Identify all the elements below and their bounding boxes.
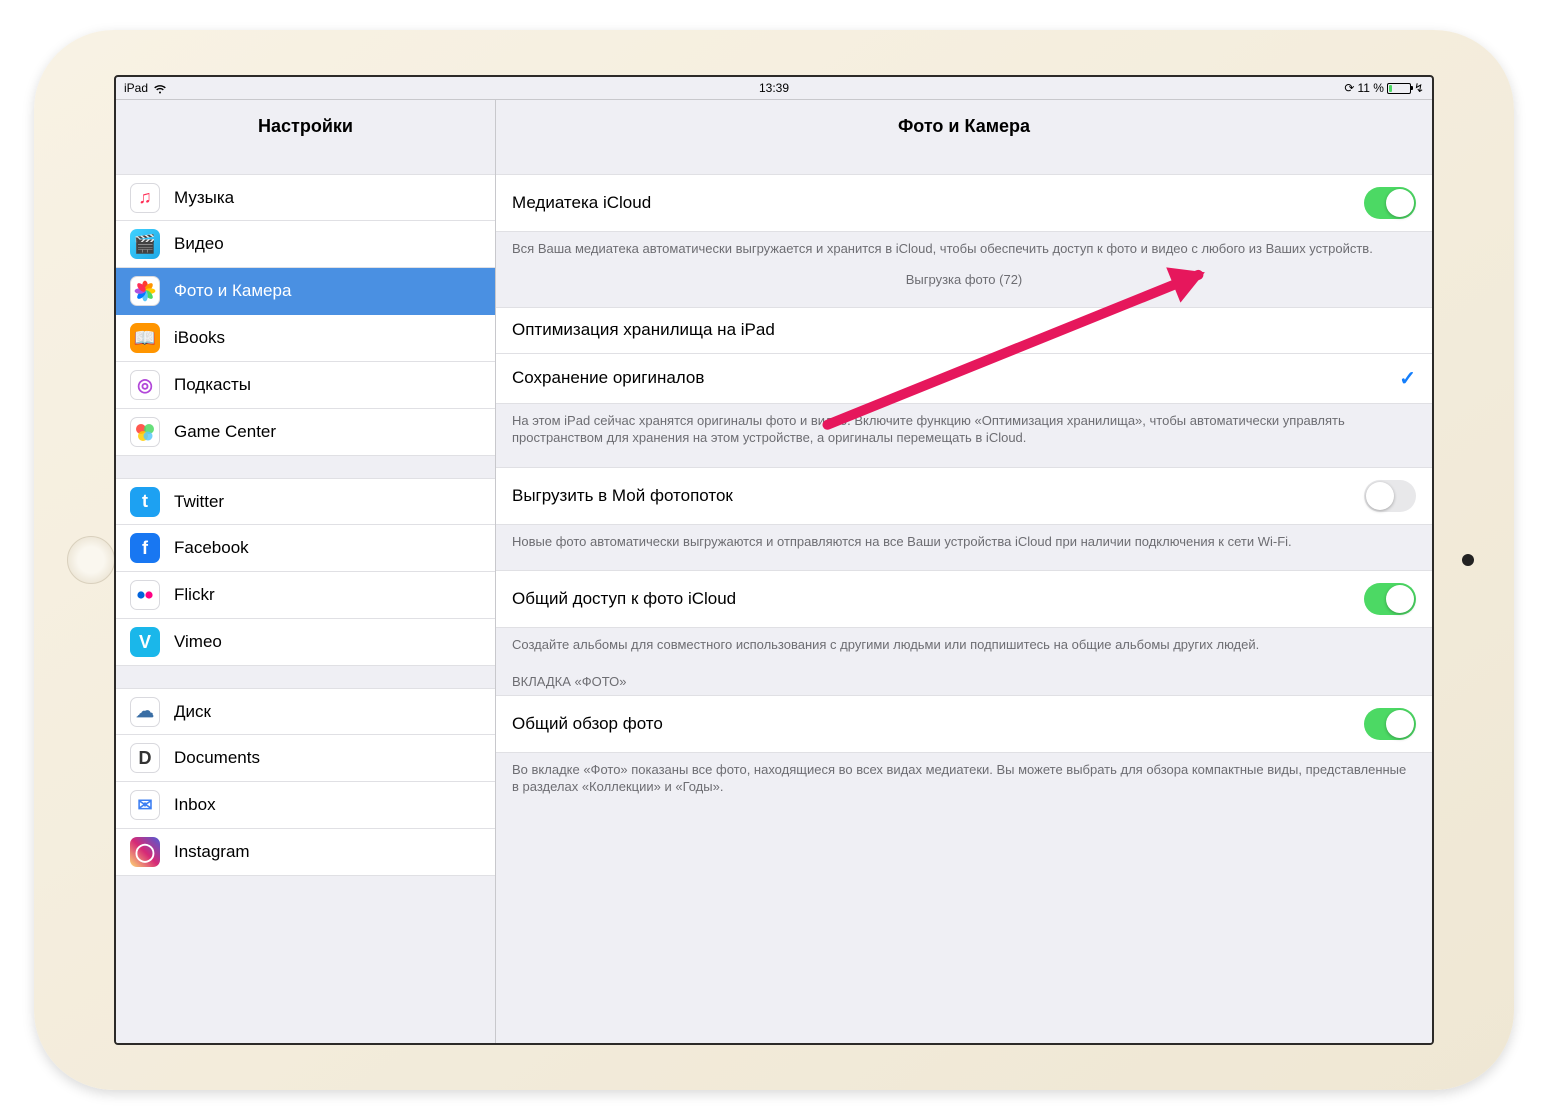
section-footer: Создайте альбомы для совместного использ… <box>496 628 1432 658</box>
cell-label: Общий обзор фото <box>512 714 1364 734</box>
clock: 13:39 <box>759 81 789 95</box>
sidebar-item-gamecenter[interactable]: Game Center <box>116 409 495 456</box>
gamecenter-icon <box>130 417 160 447</box>
sidebar-item-label: Vimeo <box>174 632 222 652</box>
podcasts-icon: ◎ <box>130 370 160 400</box>
sidebar-item-photos[interactable]: Фото и Камера <box>116 268 495 315</box>
ipad-bezel: iPad 13:39 ⟳ 11 % ↯ Настройки ♫ Музыка 🎬 Ви… <box>34 30 1514 1090</box>
sidebar-item-label: Фото и Камера <box>174 281 291 301</box>
sidebar-item-label: Диск <box>174 702 211 722</box>
sidebar-item-facebook[interactable]: f Facebook <box>116 525 495 572</box>
flickr-icon <box>130 580 160 610</box>
sidebar-item-label: Twitter <box>174 492 224 512</box>
wifi-icon <box>153 83 167 93</box>
toggle-photostream[interactable] <box>1364 480 1416 512</box>
front-camera <box>1462 554 1474 566</box>
section-footer: Во вкладке «Фото» показаны все фото, нах… <box>496 753 1432 800</box>
documents-icon: D <box>130 743 160 773</box>
cell-label: Оптимизация хранилища на iPad <box>512 320 1416 340</box>
cell-originals[interactable]: Сохранение оригиналов✓ <box>496 354 1432 404</box>
orientation-lock-icon: ⟳ <box>1344 81 1354 95</box>
checkmark-icon: ✓ <box>1399 366 1416 391</box>
toggle-shared[interactable] <box>1364 583 1416 615</box>
section-header: ВКЛАДКА «ФОТО» <box>496 658 1432 695</box>
sidebar-item-label: Documents <box>174 748 260 768</box>
instagram-icon: ◯ <box>130 837 160 867</box>
section-footer: Вся Ваша медиатека автоматически выгружа… <box>496 232 1432 262</box>
twitter-icon: t <box>130 487 160 517</box>
section-footer: На этом iPad сейчас хранятся оригиналы ф… <box>496 404 1432 451</box>
section-footer: Новые фото автоматически выгружаются и о… <box>496 525 1432 555</box>
facebook-icon: f <box>130 533 160 563</box>
upload-status: Выгрузка фото (72) <box>496 262 1432 291</box>
sidebar-item-label: Подкасты <box>174 375 251 395</box>
cell-photostream[interactable]: Выгрузить в Мой фотопоток <box>496 467 1432 525</box>
cell-label: Медиатека iCloud <box>512 193 1364 213</box>
screen: iPad 13:39 ⟳ 11 % ↯ Настройки ♫ Музыка 🎬 Ви… <box>114 75 1434 1045</box>
sidebar-item-ibooks[interactable]: 📖 iBooks <box>116 315 495 362</box>
cell-summary[interactable]: Общий обзор фото <box>496 695 1432 753</box>
inbox-icon: ✉ <box>130 790 160 820</box>
home-button[interactable] <box>67 536 115 584</box>
detail-pane[interactable]: Фото и Камера Медиатека iCloud Вся Ваша м… <box>496 100 1432 1043</box>
sidebar-item-vimeo[interactable]: V Vimeo <box>116 619 495 666</box>
charging-icon: ↯ <box>1414 81 1424 95</box>
sidebar-item-label: Game Center <box>174 422 276 442</box>
disk-icon: ☁ <box>130 697 160 727</box>
sidebar-title: Настройки <box>116 100 495 152</box>
toggle-summary[interactable] <box>1364 708 1416 740</box>
sidebar-item-label: Flickr <box>174 585 215 605</box>
sidebar-item-label: Музыка <box>174 188 234 208</box>
sidebar-item-label: Instagram <box>174 842 250 862</box>
settings-sidebar[interactable]: Настройки ♫ Музыка 🎬 Видео Фото и Камера 📖 iBo… <box>116 100 496 1043</box>
music-icon: ♫ <box>130 183 160 213</box>
detail-title: Фото и Камера <box>496 100 1432 152</box>
battery-icon <box>1387 83 1411 94</box>
vimeo-icon: V <box>130 627 160 657</box>
sidebar-item-label: iBooks <box>174 328 225 348</box>
cell-optimize[interactable]: Оптимизация хранилища на iPad <box>496 307 1432 354</box>
sidebar-item-disk[interactable]: ☁ Диск <box>116 688 495 735</box>
video-icon: 🎬 <box>130 229 160 259</box>
sidebar-item-flickr[interactable]: Flickr <box>116 572 495 619</box>
battery-percent: 11 % <box>1357 81 1383 95</box>
photos-icon <box>130 276 160 306</box>
sidebar-item-inbox[interactable]: ✉ Inbox <box>116 782 495 829</box>
device-label: iPad <box>124 81 148 95</box>
cell-shared[interactable]: Общий доступ к фото iCloud <box>496 570 1432 628</box>
sidebar-item-instagram[interactable]: ◯ Instagram <box>116 829 495 876</box>
sidebar-item-label: Facebook <box>174 538 249 558</box>
sidebar-item-label: Inbox <box>174 795 216 815</box>
sidebar-item-twitter[interactable]: t Twitter <box>116 478 495 525</box>
sidebar-item-podcasts[interactable]: ◎ Подкасты <box>116 362 495 409</box>
status-bar: iPad 13:39 ⟳ 11 % ↯ <box>116 77 1432 99</box>
toggle-icloud-library[interactable] <box>1364 187 1416 219</box>
sidebar-item-video[interactable]: 🎬 Видео <box>116 221 495 268</box>
cell-label: Сохранение оригиналов <box>512 368 1399 388</box>
sidebar-item-documents[interactable]: D Documents <box>116 735 495 782</box>
sidebar-item-music[interactable]: ♫ Музыка <box>116 174 495 221</box>
sidebar-item-label: Видео <box>174 234 224 254</box>
cell-icloud-library[interactable]: Медиатека iCloud <box>496 174 1432 232</box>
cell-label: Общий доступ к фото iCloud <box>512 589 1364 609</box>
ibooks-icon: 📖 <box>130 323 160 353</box>
cell-label: Выгрузить в Мой фотопоток <box>512 486 1364 506</box>
